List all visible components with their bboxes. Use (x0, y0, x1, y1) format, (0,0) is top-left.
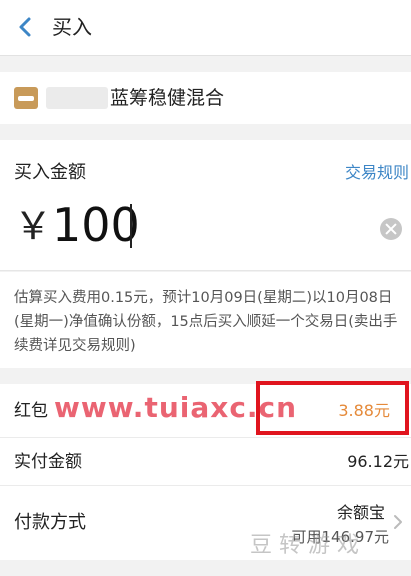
chevron-right-icon (394, 515, 402, 529)
payment-method-label: 付款方式 (14, 512, 86, 533)
currency-symbol: ￥ (14, 204, 53, 248)
paid-amount-value: 96.12元 (347, 452, 409, 471)
fee-estimate-text: 估算买入费用0.15元，预计10月09日(星期二)以10月08日(星期一)净值确… (14, 290, 398, 354)
fund-name-redacted (46, 87, 108, 109)
chevron-left-icon[interactable] (14, 12, 36, 42)
amount-card: 买入金额 交易规则 ￥ 100 (0, 140, 411, 271)
payment-method-name: 余额宝 (336, 503, 385, 522)
red-packet-label: 红包 (14, 401, 48, 421)
paid-amount-label: 实付金额 (14, 452, 82, 472)
trade-rules-link[interactable]: 交易规则 (345, 161, 409, 185)
page-title: 买入 (52, 15, 92, 39)
text-cursor (130, 204, 132, 248)
amount-label: 买入金额 (14, 162, 86, 183)
fund-logo-icon (14, 87, 38, 109)
fund-row[interactable]: 蓝筹稳健混合 (0, 72, 411, 124)
header-bar: 买入 (0, 0, 411, 56)
fund-name: 蓝筹稳健混合 (110, 87, 225, 109)
estimate-card: 估算买入费用0.15元，预计10月09日(星期二)以10月08日(星期一)净值确… (0, 272, 411, 368)
paid-amount-row: 实付金额 96.12元 (0, 438, 411, 486)
amount-input[interactable]: 100 (52, 197, 140, 253)
watermark-text: www.tuiaxc.cn (54, 391, 298, 424)
watermark-logo: 豆 转 游 戏 (250, 533, 359, 558)
clear-icon[interactable] (380, 218, 402, 240)
